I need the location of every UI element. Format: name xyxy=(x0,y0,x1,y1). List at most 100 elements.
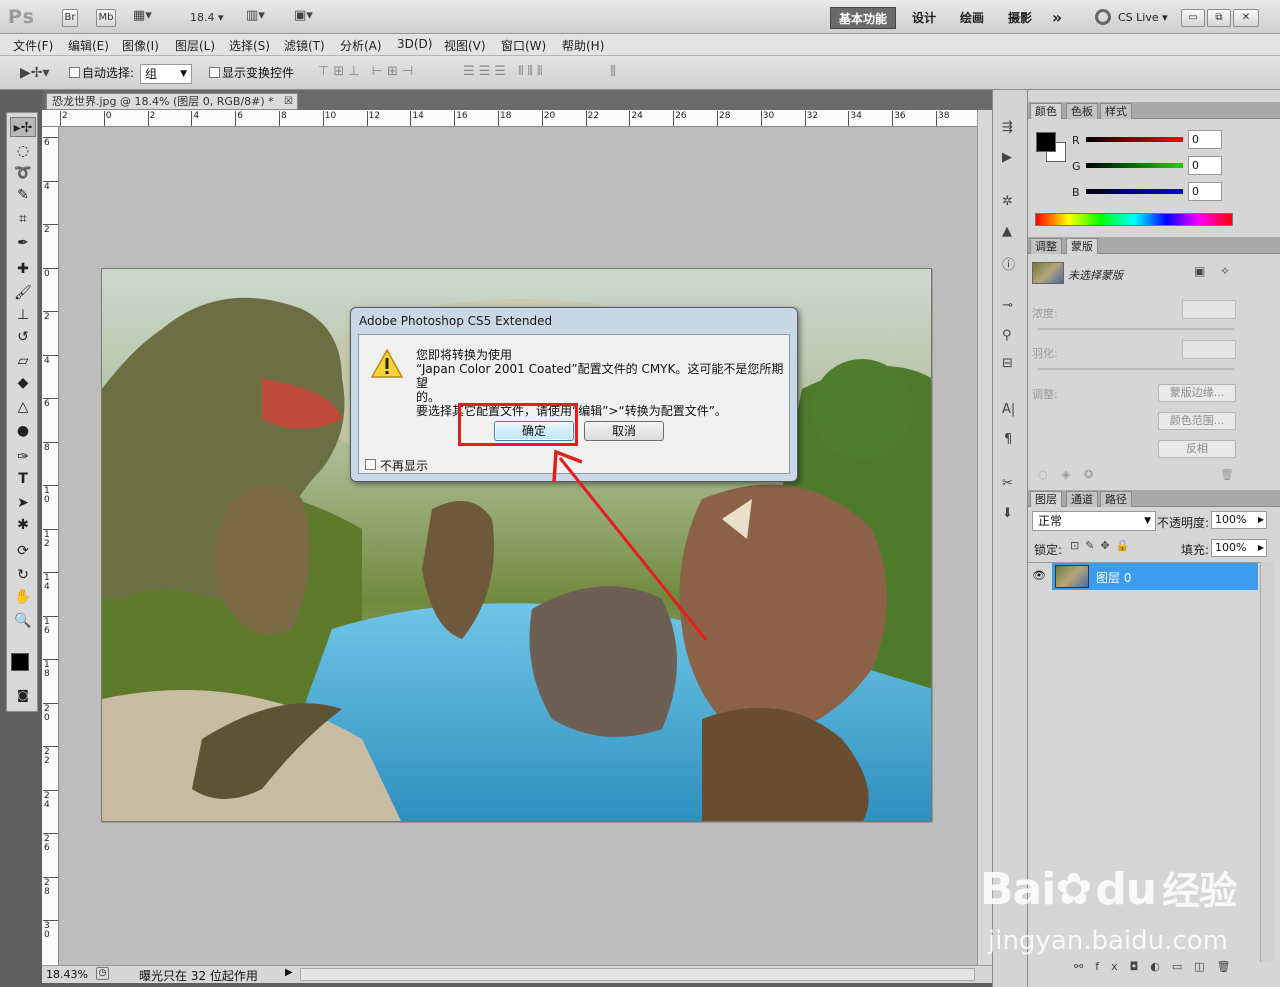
eraser-tool-icon[interactable]: ▱ xyxy=(10,351,36,371)
r-value-field[interactable]: 0 xyxy=(1188,130,1222,149)
menu-layer[interactable]: 图层(L) xyxy=(175,37,215,54)
blend-mode-dropdown[interactable]: 正常 ▼ xyxy=(1032,511,1156,531)
menu-edit[interactable]: 编辑(E) xyxy=(68,37,109,54)
layers-footer-icons[interactable]: ⚯fx◘◐▭◫🗑 xyxy=(1074,960,1243,973)
feather-field[interactable] xyxy=(1182,340,1236,359)
more-workspaces-button[interactable]: » xyxy=(1046,7,1068,29)
3d-rotate-tool-icon[interactable]: ⟳ xyxy=(10,541,36,561)
cancel-button[interactable]: 取消 xyxy=(584,421,664,441)
g-slider[interactable] xyxy=(1086,163,1183,168)
arrange-documents-icon[interactable]: ▥▾ xyxy=(246,8,265,23)
tab-layers[interactable]: 图层 xyxy=(1030,491,1062,507)
paragraph-panel-icon[interactable]: ¶ xyxy=(1004,432,1012,447)
mini-bridge-button[interactable]: Mb xyxy=(96,9,116,27)
menu-image[interactable]: 图像(I) xyxy=(122,37,159,54)
tab-swatches[interactable]: 色板 xyxy=(1066,103,1098,119)
zoom-level[interactable]: 18.4 ▾ xyxy=(190,11,224,24)
restore-button[interactable]: ⧉ xyxy=(1207,9,1231,27)
minimize-button[interactable]: ▭ xyxy=(1181,9,1205,27)
history-brush-tool-icon[interactable]: ↺ xyxy=(10,327,36,347)
color-spectrum-bar[interactable] xyxy=(1035,213,1233,226)
horizontal-scrollbar[interactable] xyxy=(300,968,975,981)
density-field[interactable] xyxy=(1182,300,1236,319)
document-tab[interactable]: 恐龙世界.jpg @ 18.4% (图层 0, RGB/8#) * ☒ xyxy=(46,93,298,110)
clone-stamp-tool-icon[interactable]: ⊥ xyxy=(10,305,36,325)
fill-field[interactable]: 100% ▶ xyxy=(1211,539,1267,557)
pen-tool-icon[interactable]: ✑ xyxy=(10,447,36,467)
invert-button[interactable]: 反相 xyxy=(1158,440,1236,458)
b-slider[interactable] xyxy=(1086,189,1183,194)
g-value-field[interactable]: 0 xyxy=(1188,156,1222,175)
auto-align-icon[interactable]: ⫼ xyxy=(610,64,616,79)
tab-adjustments[interactable]: 调整 xyxy=(1030,238,1062,254)
hand-tool-icon[interactable]: ✋ xyxy=(10,587,36,607)
type-tool-icon[interactable]: T xyxy=(10,469,36,489)
screen-mode-icon[interactable]: ▣▾ xyxy=(294,8,313,23)
tab-styles[interactable]: 样式 xyxy=(1100,103,1132,119)
lock-icons[interactable]: ⊡✎✥🔒 xyxy=(1070,539,1135,552)
opacity-field[interactable]: 100% ▶ xyxy=(1211,511,1267,529)
tab-channels[interactable]: 通道 xyxy=(1066,491,1098,507)
tool-presets-icon[interactable]: ⊟ xyxy=(1002,356,1013,371)
move-tool-icon[interactable]: ▸✢ xyxy=(10,117,36,137)
color-range-button[interactable]: 颜色范围... xyxy=(1158,412,1236,430)
mask-edge-button[interactable]: 蒙版边缘... xyxy=(1158,384,1236,402)
lasso-tool-icon[interactable]: ➰ xyxy=(10,163,36,183)
tab-color[interactable]: 颜色 xyxy=(1030,103,1062,119)
layer-row[interactable]: 👁 图层 0 xyxy=(1028,562,1260,590)
brush-presets-icon[interactable]: ⊸ xyxy=(1002,298,1013,313)
paint-bucket-tool-icon[interactable]: ◆ xyxy=(10,373,36,393)
shape-tool-icon[interactable]: ✱ xyxy=(10,515,36,535)
character-panel-icon[interactable]: A| xyxy=(1002,402,1015,417)
path-selection-tool-icon[interactable]: ➤ xyxy=(10,493,36,513)
dodge-tool-icon[interactable]: ● xyxy=(10,421,36,441)
layer-name[interactable]: 图层 0 xyxy=(1096,569,1131,586)
close-window-button[interactable]: ✕ xyxy=(1233,9,1259,27)
menu-3d[interactable]: 3D(D) xyxy=(397,37,432,51)
density-slider[interactable] xyxy=(1038,328,1234,330)
workspace-photography[interactable]: 摄影 xyxy=(1002,7,1038,29)
layers-scrollbar[interactable] xyxy=(1260,562,1274,962)
workspace-essentials[interactable]: 基本功能 xyxy=(830,7,896,29)
menu-help[interactable]: 帮助(H) xyxy=(562,37,604,54)
layer-visibility-eye-icon[interactable]: 👁 xyxy=(1032,569,1046,582)
tab-paths[interactable]: 路径 xyxy=(1100,491,1132,507)
clone-source-icon[interactable]: ⚲ xyxy=(1002,328,1012,343)
close-tab-icon[interactable]: ☒ xyxy=(284,94,293,109)
mask-footer-icons[interactable]: ◌◈✪ xyxy=(1038,468,1107,481)
cs-live-button[interactable]: CS Live ▾ xyxy=(1118,11,1168,24)
b-value-field[interactable]: 0 xyxy=(1188,182,1222,201)
status-zoom[interactable]: 18.43% xyxy=(46,968,88,981)
r-slider[interactable] xyxy=(1086,137,1183,142)
actions-panel-icon[interactable]: ▶ xyxy=(1002,150,1012,165)
tab-masks[interactable]: 蒙版 xyxy=(1066,238,1098,254)
dont-show-again-checkbox[interactable] xyxy=(365,459,376,470)
align-icons[interactable]: ⊤⊞⊥ ⊢⊞⊣ xyxy=(318,64,417,79)
brush-tool-icon[interactable]: 🖌 xyxy=(10,283,36,303)
menu-analysis[interactable]: 分析(A) xyxy=(340,37,382,54)
status-icon[interactable]: ◷ xyxy=(96,967,109,980)
status-menu-arrow-icon[interactable]: ▶ xyxy=(285,967,293,978)
workspace-design[interactable]: 设计 xyxy=(906,7,942,29)
quick-select-tool-icon[interactable]: ✎ xyxy=(10,185,36,205)
marquee-tool-icon[interactable]: ◌ xyxy=(10,141,36,161)
auto-select-dropdown[interactable]: 组 ▼ xyxy=(140,64,192,84)
workspace-painting[interactable]: 绘画 xyxy=(954,7,990,29)
pixel-mask-icon[interactable]: ▣ xyxy=(1194,264,1205,278)
blur-tool-icon[interactable]: △ xyxy=(10,397,36,417)
feather-slider[interactable] xyxy=(1038,368,1234,370)
menu-select[interactable]: 选择(S) xyxy=(229,37,270,54)
histogram-panel-icon[interactable]: ▲ xyxy=(1002,224,1012,239)
info-panel-icon[interactable]: ⓘ xyxy=(1002,254,1015,273)
crop-tool-icon[interactable]: ⌗ xyxy=(10,209,36,229)
menu-filter[interactable]: 滤镜(T) xyxy=(284,37,325,54)
healing-brush-tool-icon[interactable]: ✚ xyxy=(10,259,36,279)
tools-panel-icon[interactable]: ✂ xyxy=(1002,476,1013,491)
move-tool-preset-icon[interactable]: ▶✢▾ xyxy=(20,65,50,81)
mask-delete-icon[interactable]: 🗑 xyxy=(1220,468,1234,481)
menu-file[interactable]: 文件(F) xyxy=(13,37,53,54)
vertical-scrollbar[interactable] xyxy=(977,110,992,965)
show-transform-checkbox[interactable] xyxy=(209,67,220,78)
history-panel-icon[interactable]: ⇶ xyxy=(1002,120,1013,135)
view-extras-icon[interactable]: ▦▾ xyxy=(133,8,152,23)
